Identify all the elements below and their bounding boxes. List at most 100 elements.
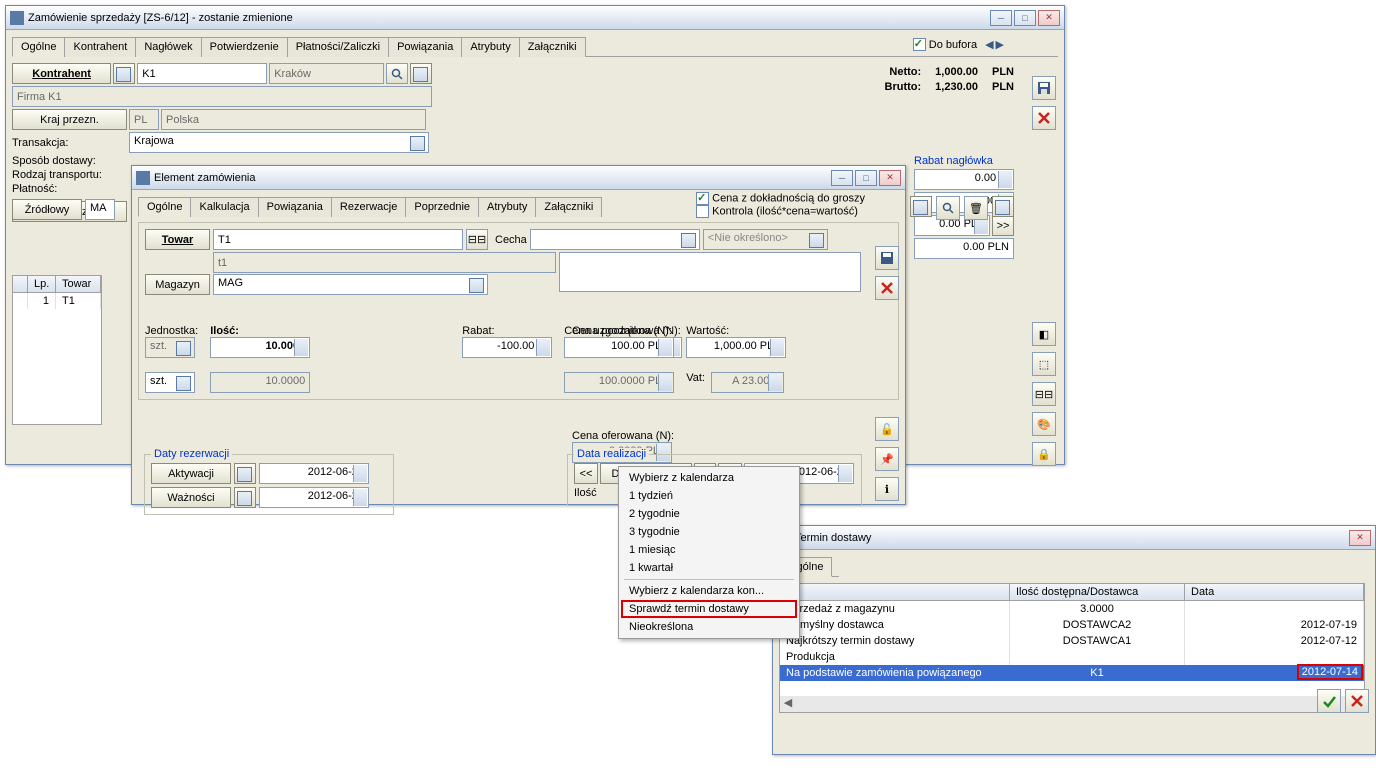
transakcja-select[interactable]: Krajowa [129, 132, 429, 153]
menu-sprawdz-termin[interactable]: Sprawdź termin dostawy [621, 600, 797, 618]
el-tab-atrybuty[interactable]: Atrybuty [478, 197, 536, 217]
add-dropdown[interactable] [910, 196, 932, 217]
cena-dokl-label: Cena z dokładnością do groszy [712, 192, 865, 204]
search-dropdown[interactable] [410, 63, 432, 84]
menu-kalendarz[interactable]: Wybierz z kalendarza [621, 469, 797, 487]
termin-cancel-icon[interactable] [1345, 689, 1369, 713]
cell-lp[interactable]: 1 [28, 293, 56, 309]
kontrahent-code-input[interactable] [137, 63, 267, 84]
tab-naglowek[interactable]: Nagłówek [135, 37, 201, 57]
action2-icon[interactable]: ⬚ [1032, 352, 1056, 376]
tab-zalaczniki[interactable]: Załączniki [519, 37, 586, 57]
menu-1miesiac[interactable]: 1 miesiąc [621, 541, 797, 559]
tab-platnosci[interactable]: Płatności/Zaliczki [287, 37, 389, 57]
zrodlowy-button[interactable]: Źródłowy [12, 199, 82, 220]
tab-kontrahent[interactable]: Kontrahent [64, 37, 136, 57]
menu-nieokreslona[interactable]: Nieokreślona [621, 618, 797, 636]
tab-ogolne[interactable]: Ogólne [12, 37, 65, 57]
kontrahent-dropdown[interactable] [113, 63, 135, 84]
link-icon[interactable]: ⊟⊟ [1032, 382, 1056, 406]
waznosci-date[interactable]: 2012-06-25 [259, 487, 369, 508]
trash-icon[interactable]: 🗑 [964, 196, 988, 220]
cena-uzg1-input[interactable]: 100.00 PLN [564, 337, 674, 358]
towar-link-icon[interactable]: ⊟⊟ [466, 229, 488, 250]
menu-kalendarz-kon[interactable]: Wybierz z kalendarza kon... [621, 582, 797, 600]
menu-1tydzien[interactable]: 1 tydzień [621, 487, 797, 505]
el-cancel-icon[interactable] [875, 276, 899, 300]
ilosc1-input[interactable]: 10.0000 [210, 337, 310, 358]
termin-close-button[interactable]: ✕ [1349, 530, 1371, 546]
platnosc-label: Płatność: [12, 183, 127, 195]
cancel-icon[interactable] [1032, 106, 1056, 130]
nav-right-icon[interactable]: ▶ [996, 38, 1004, 51]
aktywacji-dd[interactable] [234, 463, 256, 484]
termin-ok-icon[interactable] [1317, 689, 1341, 713]
el-close-button[interactable]: ✕ [879, 170, 901, 186]
mag-input[interactable]: MA [85, 199, 115, 220]
kontrola-checkbox[interactable] [696, 205, 709, 218]
data-real-title: Data realizacji [574, 448, 649, 460]
save-icon[interactable] [1032, 76, 1056, 100]
tab-atrybuty[interactable]: Atrybuty [461, 37, 519, 57]
el-lock-icon[interactable]: 🔓 [875, 417, 899, 441]
el-tab-powiazania[interactable]: Powiązania [258, 197, 332, 217]
element-title: Element zamówienia [154, 172, 831, 184]
aktywacji-button[interactable]: Aktywacji [151, 463, 231, 484]
tab-powiazania[interactable]: Powiązania [388, 37, 462, 57]
search-icon[interactable] [386, 63, 408, 84]
menu-1kwartal[interactable]: 1 kwartał [621, 559, 797, 577]
trash-dropdown[interactable] [992, 196, 1014, 217]
towar-button[interactable]: Towar [145, 229, 210, 250]
desc-textarea[interactable] [559, 252, 861, 292]
lock-icon[interactable]: 🔒 [1032, 442, 1056, 466]
el-tab-ogolne[interactable]: Ogólne [138, 197, 191, 217]
kontrahent-button[interactable]: Kontrahent [12, 63, 111, 84]
zoom-icon[interactable] [936, 196, 960, 220]
magazyn-select[interactable]: MAG [213, 274, 488, 295]
el-maximize-button[interactable]: □ [855, 170, 877, 186]
rabat-input[interactable]: -100.00 % [462, 337, 552, 358]
el-tab-zalaczniki[interactable]: Załączniki [535, 197, 602, 217]
cena-ofer-label: Cena oferowana (N): [572, 430, 674, 442]
scroll-left-icon[interactable]: ◀ [780, 696, 796, 712]
table-row[interactable]: Domyślny dostawcaDOSTAWCA22012-07-19 [780, 617, 1364, 633]
waznosci-button[interactable]: Ważności [151, 487, 231, 508]
palette-icon[interactable]: 🎨 [1032, 412, 1056, 436]
main-tabs: Ogólne Kontrahent Nagłówek Potwierdzenie… [12, 36, 1058, 57]
el-info-icon[interactable]: ℹ [875, 477, 899, 501]
el-tab-rezerwacje[interactable]: Rezerwacje [331, 197, 406, 217]
el-tab-kalkulacja[interactable]: Kalkulacja [190, 197, 258, 217]
table-row[interactable]: Sprzedaż z magazynu3.0000 [780, 601, 1364, 617]
el-minimize-button[interactable]: ─ [831, 170, 853, 186]
cecha-select[interactable] [530, 229, 700, 250]
nav-left-icon[interactable]: ◀ [985, 38, 993, 51]
jed1-select[interactable]: szt. [145, 337, 195, 358]
waznosci-dd[interactable] [234, 487, 256, 508]
table-row[interactable]: Produkcja [780, 649, 1364, 665]
el-tab-poprzednie[interactable]: Poprzednie [405, 197, 479, 217]
table-row-selected[interactable]: Na podstawie zamówienia powiązanego K1 2… [780, 665, 1364, 681]
el-pin-icon[interactable]: 📌 [875, 447, 899, 471]
action1-icon[interactable]: ◧ [1032, 322, 1056, 346]
cena-dokl-checkbox[interactable] [696, 192, 709, 205]
cell-towar[interactable]: T1 [56, 293, 101, 309]
menu-3tygodnie[interactable]: 3 tygodnie [621, 523, 797, 541]
nieokreslono-select[interactable]: <Nie określono> [703, 229, 828, 250]
minimize-button[interactable]: ─ [990, 10, 1012, 26]
maximize-button[interactable]: □ [1014, 10, 1036, 26]
date-prev-button[interactable]: << [574, 463, 598, 484]
towar-input[interactable] [213, 229, 463, 250]
el-save-icon[interactable] [875, 246, 899, 270]
magazyn-button[interactable]: Magazyn [145, 274, 210, 295]
table-row[interactable]: Najkrótszy termin dostawyDOSTAWCA12012-0… [780, 633, 1364, 649]
wartosc-input[interactable]: 1,000.00 PLN [686, 337, 786, 358]
brutto-value: 1,230.00 [935, 81, 978, 93]
buffer-checkbox[interactable] [913, 38, 926, 51]
menu-2tygodnie[interactable]: 2 tygodnie [621, 505, 797, 523]
kraj-button[interactable]: Kraj przezn. [12, 109, 127, 130]
tab-potwierdzenie[interactable]: Potwierdzenie [201, 37, 288, 57]
close-button[interactable]: ✕ [1038, 10, 1060, 26]
rabat-pct1[interactable]: 0.00 % [914, 169, 1014, 190]
jed2-select[interactable]: szt. [145, 372, 195, 393]
aktywacji-date[interactable]: 2012-06-25 [259, 463, 369, 484]
